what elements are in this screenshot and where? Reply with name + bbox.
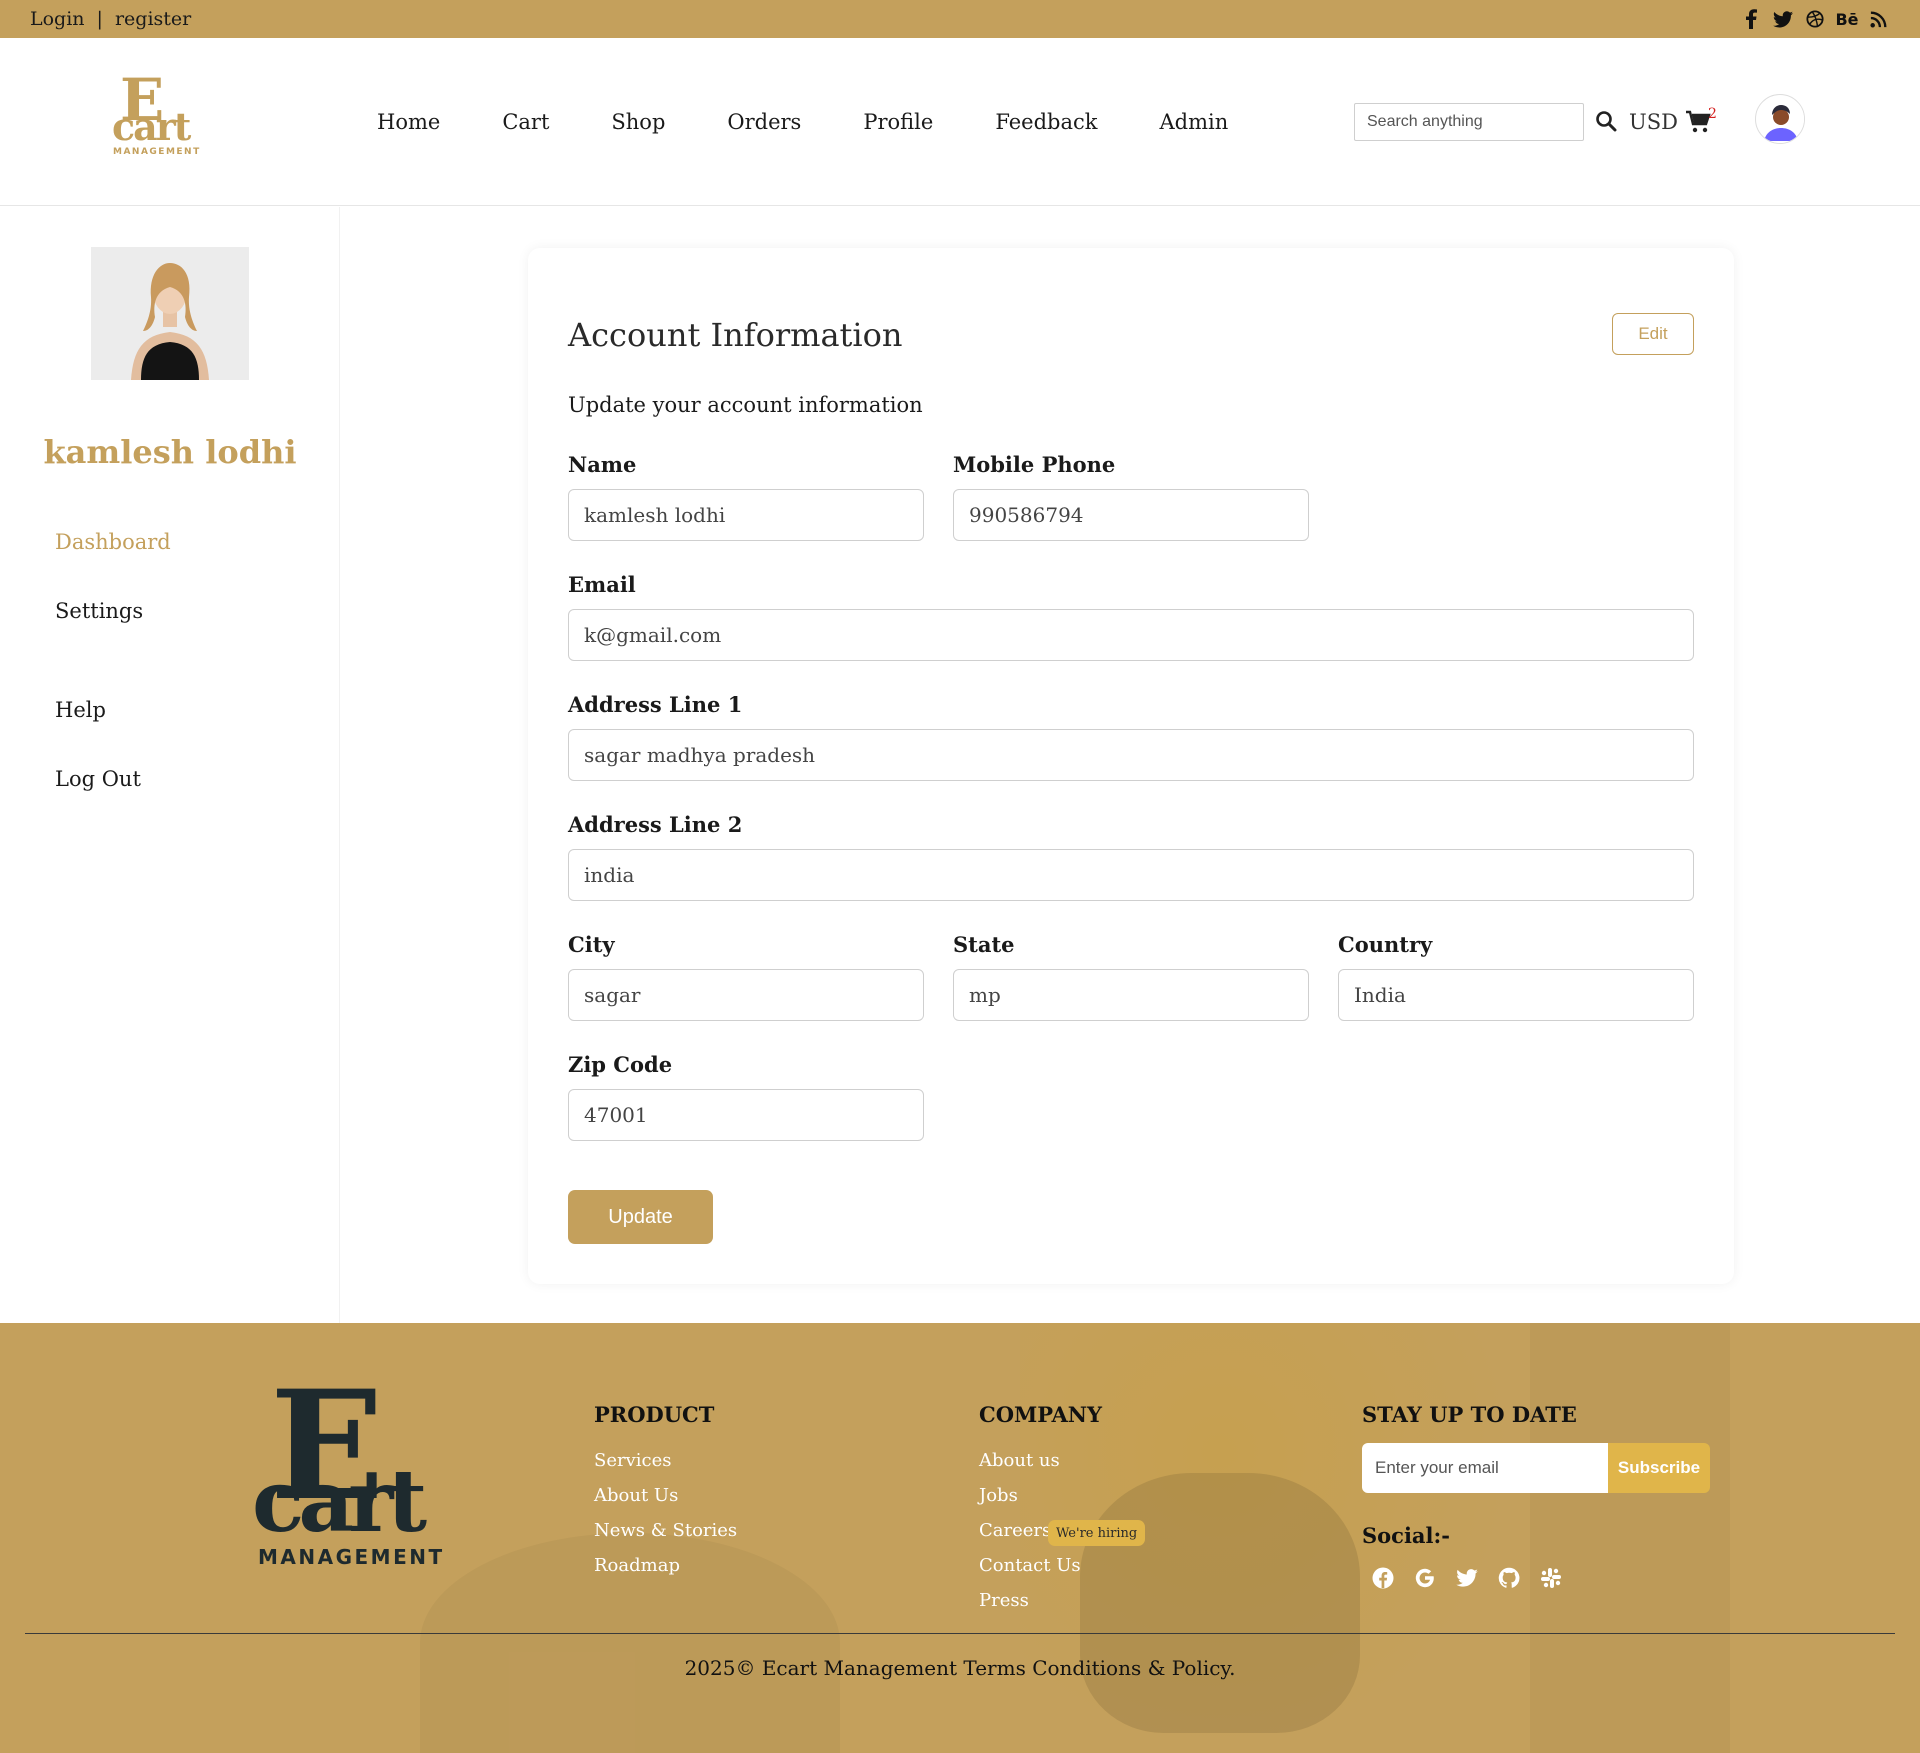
profile-photo: [91, 247, 249, 380]
sidebar-item-help[interactable]: Help: [55, 698, 106, 722]
city-label: City: [568, 932, 615, 957]
email-field[interactable]: [568, 609, 1694, 661]
social-label: Social:-: [1362, 1523, 1450, 1548]
name-field[interactable]: [568, 489, 924, 541]
brand-logo[interactable]: E cart MANAGEMENT: [110, 66, 200, 158]
rss-icon[interactable]: [1868, 8, 1890, 30]
zip-code-label: Zip Code: [568, 1052, 673, 1077]
user-avatar[interactable]: [1755, 94, 1805, 144]
user-name: kamlesh lodhi: [43, 433, 297, 471]
newsletter-email-input[interactable]: [1362, 1443, 1608, 1493]
edit-button[interactable]: Edit: [1612, 313, 1694, 355]
nav-profile[interactable]: Profile: [863, 110, 933, 134]
update-button[interactable]: Update: [568, 1190, 713, 1244]
address-line-2-label: Address Line 2: [568, 812, 743, 837]
state-field[interactable]: [953, 969, 1309, 1021]
nav-admin[interactable]: Admin: [1159, 110, 1228, 134]
search-icon[interactable]: [1595, 110, 1619, 134]
company-column-title: COMPANY: [979, 1402, 1102, 1427]
nav-home[interactable]: Home: [377, 110, 440, 134]
profile-sidebar: kamlesh lodhi Dashboard Settings Help Lo…: [0, 207, 340, 1323]
nav-feedback[interactable]: Feedback: [995, 110, 1097, 134]
address-line-2-field[interactable]: [568, 849, 1694, 901]
login-link[interactable]: Login: [30, 8, 85, 30]
name-label: Name: [568, 452, 637, 477]
country-label: Country: [1338, 932, 1433, 957]
copyright-text: 2025© Ecart Management Terms Conditions …: [684, 1656, 1236, 1680]
svg-text:cart: cart: [252, 1451, 427, 1552]
google-icon[interactable]: [1414, 1567, 1436, 1589]
footer-background-shape: [1080, 1473, 1360, 1733]
sidebar-item-dashboard[interactable]: Dashboard: [55, 530, 171, 554]
footer-link-jobs[interactable]: Jobs: [979, 1485, 1018, 1506]
mobile-phone-field[interactable]: [953, 489, 1309, 541]
footer-link-about-us[interactable]: About Us: [594, 1485, 678, 1506]
main-nav: Home Cart Shop Orders Profile Feedback A…: [377, 110, 1228, 134]
footer-brand-logo[interactable]: E cart MANAGEMENT: [250, 1358, 450, 1573]
svg-text:cart: cart: [112, 104, 192, 149]
hiring-badge: We're hiring: [1048, 1520, 1146, 1546]
dribbble-icon[interactable]: [1804, 8, 1826, 30]
subscribe-button[interactable]: Subscribe: [1608, 1443, 1710, 1493]
nav-cart[interactable]: Cart: [502, 110, 549, 134]
nav-orders[interactable]: Orders: [727, 110, 801, 134]
nav-shop[interactable]: Shop: [611, 110, 665, 134]
top-bar: Login | register Bē: [0, 0, 1920, 38]
footer-link-about-us-company[interactable]: About us: [979, 1450, 1060, 1471]
svg-text:MANAGEMENT: MANAGEMENT: [113, 147, 200, 157]
footer-background-shape: [1530, 1323, 1730, 1753]
search-input[interactable]: [1354, 103, 1584, 141]
facebook-icon[interactable]: [1372, 1567, 1394, 1589]
newsletter-title: STAY UP TO DATE: [1362, 1402, 1577, 1427]
footer-link-press[interactable]: Press: [979, 1590, 1029, 1611]
site-header: E cart MANAGEMENT Home Cart Shop Orders …: [0, 38, 1920, 206]
address-line-1-label: Address Line 1: [568, 692, 743, 717]
cart-count-badge: 2: [1708, 106, 1717, 122]
github-icon[interactable]: [1498, 1567, 1520, 1589]
footer-social-icons: [1372, 1567, 1562, 1589]
card-subtitle: Update your account information: [568, 393, 923, 417]
mobile-phone-label: Mobile Phone: [953, 452, 1116, 477]
address-line-1-field[interactable]: [568, 729, 1694, 781]
city-field[interactable]: [568, 969, 924, 1021]
register-link[interactable]: register: [115, 8, 191, 30]
state-label: State: [953, 932, 1015, 957]
footer-link-news-stories[interactable]: News & Stories: [594, 1520, 737, 1541]
footer-link-roadmap[interactable]: Roadmap: [594, 1555, 680, 1576]
footer-link-contact-us[interactable]: Contact Us: [979, 1555, 1081, 1576]
email-label: Email: [568, 572, 636, 597]
svg-text:MANAGEMENT: MANAGEMENT: [258, 1545, 445, 1569]
footer-link-careers[interactable]: Careers: [979, 1520, 1051, 1541]
slack-icon[interactable]: [1540, 1567, 1562, 1589]
sidebar-item-logout[interactable]: Log Out: [55, 767, 141, 791]
country-field[interactable]: [1338, 969, 1694, 1021]
twitter-icon[interactable]: [1456, 1567, 1478, 1589]
sidebar-item-settings[interactable]: Settings: [55, 599, 143, 623]
behance-icon[interactable]: Bē: [1835, 8, 1858, 30]
twitter-icon[interactable]: [1772, 8, 1794, 30]
currency-selector[interactable]: USD: [1629, 110, 1678, 134]
footer-link-services[interactable]: Services: [594, 1450, 671, 1471]
facebook-icon[interactable]: [1740, 8, 1762, 30]
top-social-icons: Bē: [1740, 8, 1890, 30]
card-title: Account Information: [568, 316, 903, 354]
site-footer: E cart MANAGEMENT PRODUCT Services About…: [0, 1323, 1920, 1753]
footer-divider: [25, 1633, 1895, 1634]
auth-links: Login | register: [30, 8, 191, 30]
product-column-title: PRODUCT: [594, 1402, 715, 1427]
account-information-card: Account Information Edit Update your acc…: [528, 248, 1734, 1284]
auth-separator: |: [96, 8, 103, 30]
zip-code-field[interactable]: [568, 1089, 924, 1141]
